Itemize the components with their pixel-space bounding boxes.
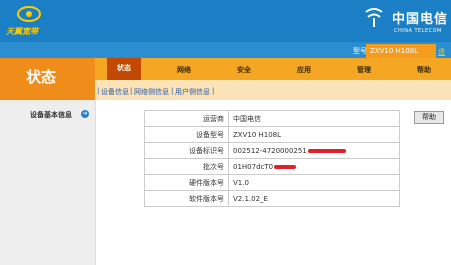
help-button[interactable]: 帮助 [414,111,444,124]
row-key: 设备标识号 [144,142,229,159]
arrow-right-icon: ➔ [81,110,89,118]
tab-network[interactable]: 网络 [177,65,191,75]
subnav-device-info[interactable]: 设备信息 [101,87,129,97]
table-row: 硬件版本号 V1.0 [144,174,400,191]
table-row: 运营商 中国电信 [144,110,400,127]
tab-application[interactable]: 应用 [297,65,311,75]
telecom-name-en: CHINA TELECOM [394,28,442,34]
row-value: 01H07dcT0 [233,162,274,171]
tab-status[interactable]: 状态 [107,58,141,80]
sub-nav: | 设备信息 | 网络侧信息 | 用户侧信息 | [95,80,451,100]
tab-management[interactable]: 管理 [357,65,371,75]
tab-help[interactable]: 帮助 [417,65,431,75]
tianyi-logo-icon [17,6,41,22]
row-value-redacted: 002512-4720000251 [228,142,400,159]
row-key: 运营商 [144,110,229,127]
section-header: 状态 [0,58,95,100]
subnav-separator: | [171,87,174,95]
row-value: 中国电信 [228,110,400,127]
subnav-separator: | [97,87,100,95]
table-row: 设备标识号 002512-4720000251 [144,142,400,159]
subnav-network-info[interactable]: 网络侧信息 [134,87,169,97]
main-nav: 状态 网络 安全 应用 管理 帮助 [95,58,451,80]
main-content: 运营商 中国电信 设备型号 ZXV10 H108L 设备标识号 002512-4… [95,100,451,265]
subnav-user-info[interactable]: 用户侧信息 [175,87,210,97]
telecom-name-cn: 中国电信 [392,12,449,27]
row-key: 设备型号 [144,126,229,143]
row-value: V1.0 [228,174,400,191]
row-key: 批次号 [144,158,229,175]
sidebar-item-device-basic-info[interactable]: 设备基本信息 [30,110,72,120]
brand-logo-area: 天翼宽带 [6,4,66,38]
china-telecom-logo-icon [365,8,383,27]
subnav-separator: | [212,87,215,95]
redaction-mark [307,148,346,153]
brand-name: 天翼宽带 [6,27,38,36]
page-title: 状态 [26,68,57,86]
top-banner: 天翼宽带 中国电信 CHINA TELECOM [0,0,451,42]
device-info-table: 运营商 中国电信 设备型号 ZXV10 H108L 设备标识号 002512-4… [144,110,400,207]
model-value: ZXV10 H108L [366,44,436,58]
row-key: 硬件版本号 [144,174,229,191]
table-row: 软件版本号 V2.1.02_E [144,190,400,207]
row-key: 软件版本号 [144,190,229,207]
row-value: V2.1.02_E [228,190,400,207]
redaction-mark [274,164,297,169]
sidebar: 设备基本信息 ➔ [0,100,95,265]
subnav-separator: | [130,87,133,95]
table-row: 设备型号 ZXV10 H108L [144,126,400,143]
tab-security[interactable]: 安全 [237,65,251,75]
row-value-redacted: 01H07dcT0 [228,158,400,175]
row-value: 002512-4720000251 [233,146,307,155]
row-value: ZXV10 H108L [228,126,400,143]
table-row: 批次号 01H07dcT0 [144,158,400,175]
